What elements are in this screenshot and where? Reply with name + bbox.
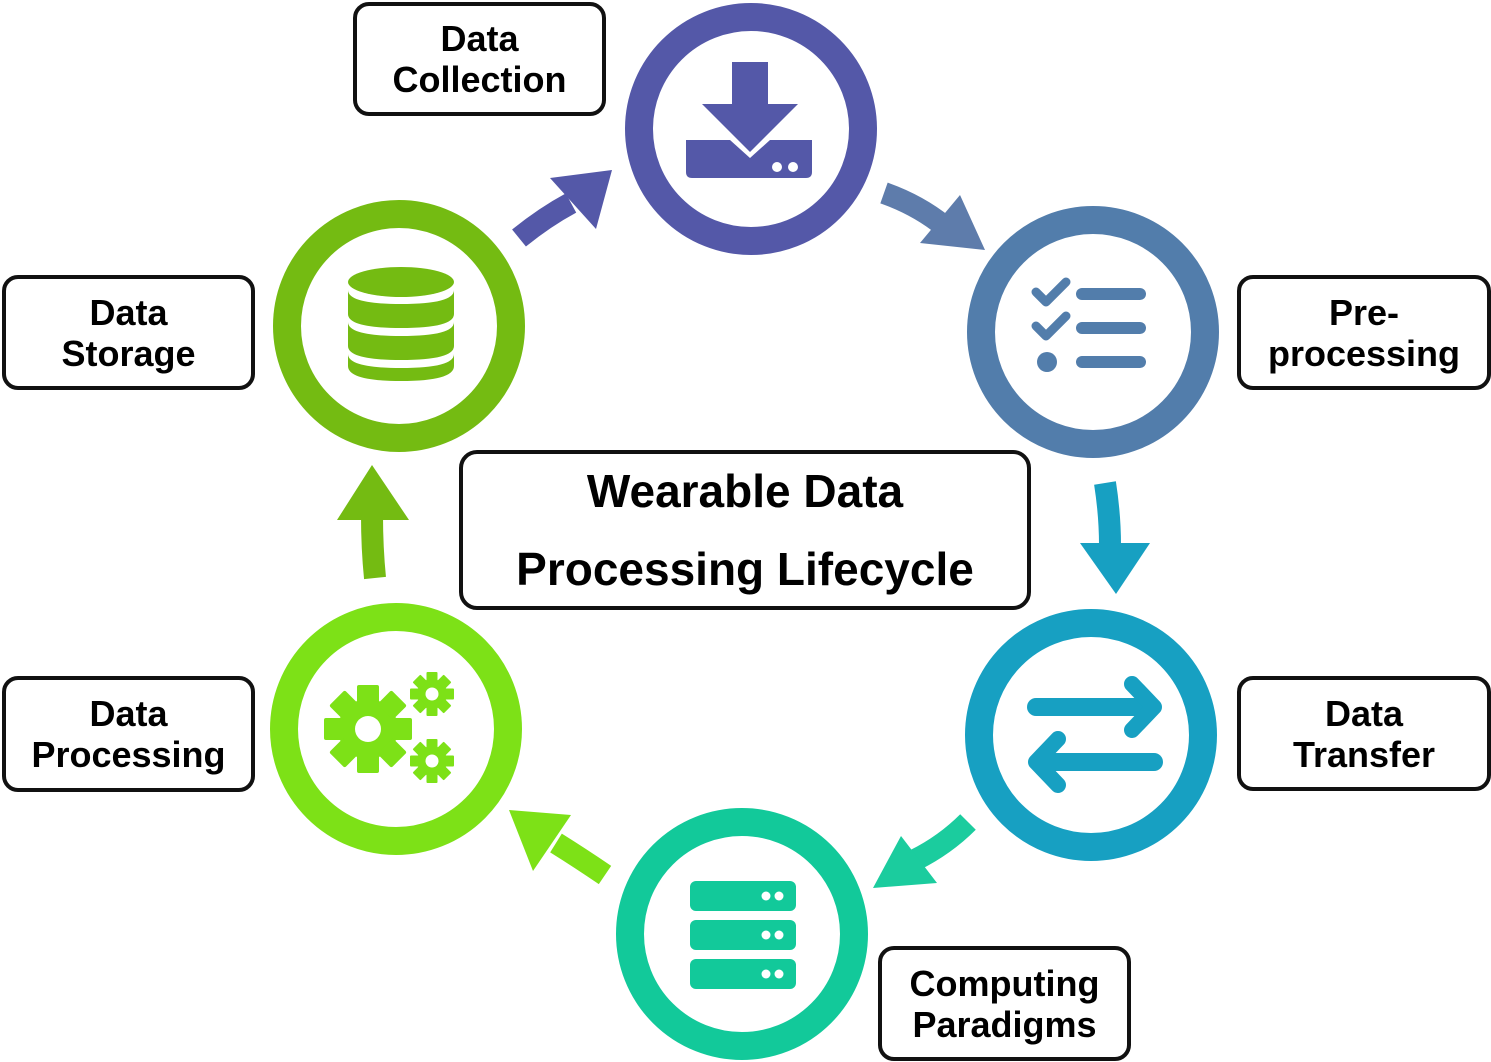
label-line-1: Pre- [1328, 291, 1400, 333]
stage-pre-processing [967, 206, 1219, 458]
arrowhead [337, 465, 409, 520]
arrow-shaft [880, 182, 951, 235]
arrow-storage-to-collection [512, 170, 612, 247]
label-line-1: Computing [909, 962, 1100, 1004]
arrow-shaft [550, 833, 612, 885]
label-data-processing: Data Processing [2, 676, 255, 792]
arrow-computing-to-processing [509, 810, 612, 885]
checklist-icon [1031, 277, 1146, 372]
arrow-preprocessing-to-transfer [1080, 481, 1150, 594]
stage-ring [965, 609, 1217, 861]
label-line-1: Data [89, 291, 168, 333]
label-line-2: Collection [392, 59, 567, 100]
label-data-storage: Data Storage [2, 275, 255, 390]
arrow-collection-to-preprocessing [880, 182, 985, 250]
label-text: Pre- processing [1268, 292, 1460, 374]
arrow-shaft [909, 814, 976, 870]
label-line-2: Transfer [1292, 733, 1436, 775]
stage-data-collection [625, 3, 877, 255]
label-computing-paradigms: Computing Paradigms [878, 946, 1131, 1061]
diagram-title-line-2: Processing Lifecycle [516, 543, 974, 595]
label-line-2: Paradigms [912, 1003, 1097, 1045]
label-text: Data Transfer [1293, 693, 1435, 775]
label-line-2: processing [1267, 332, 1461, 374]
arrow-transfer-to-computing [873, 814, 976, 888]
label-text: Computing Paradigms [910, 963, 1100, 1045]
label-pre-processing: Pre- processing [1237, 275, 1491, 390]
stage-computing-paradigms [616, 808, 868, 1060]
label-line-1: Data [1324, 692, 1403, 734]
diagram-title-box: Wearable Data Processing Lifecycle [459, 450, 1031, 610]
label-data-transfer: Data Transfer [1237, 676, 1491, 791]
label-text: Data Storage [61, 292, 195, 374]
arrow-shaft [512, 193, 577, 247]
arrow-shaft [1094, 481, 1121, 546]
stage-data-storage [273, 200, 525, 452]
stage-data-transfer [965, 609, 1217, 861]
label-line-1: Data [89, 693, 168, 734]
arrowhead [1080, 543, 1150, 594]
stage-data-processing [270, 603, 522, 855]
label-line-1: Data [440, 18, 519, 59]
label-data-collection: Data Collection [353, 2, 606, 116]
label-line-2: Storage [61, 332, 196, 374]
diagram-title-line-1: Wearable Data [586, 465, 904, 517]
label-line-2: Processing [31, 734, 226, 775]
label-text: Data Collection [392, 18, 566, 100]
server-stack-icon [690, 881, 796, 989]
label-text: Data Processing [31, 693, 225, 775]
arrow-processing-to-storage [337, 465, 409, 580]
arrow-shaft [361, 514, 386, 580]
